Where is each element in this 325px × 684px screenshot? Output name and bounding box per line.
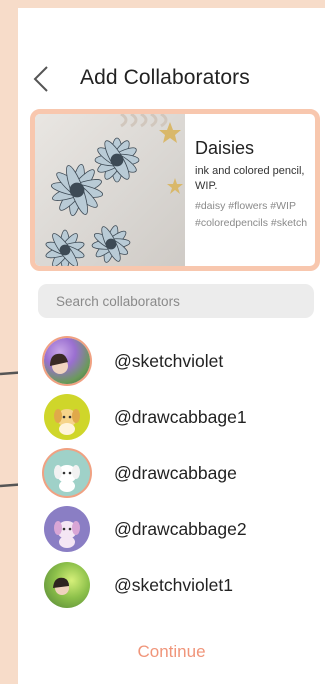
avatar: [44, 506, 90, 552]
post-info: Daisies ink and colored pencil, WIP. #da…: [185, 114, 315, 266]
post-title: Daisies: [195, 138, 255, 158]
puppy-icon: [54, 409, 80, 435]
avatar: [44, 338, 90, 384]
post-description: ink and colored pencil, WIP.: [195, 165, 305, 192]
daisy-drawing-icon: [45, 114, 183, 266]
post-tags: #daisy #flowers #WIP #coloredpencils #sk…: [195, 200, 308, 229]
collaborator-row[interactable]: @sketchviolet1: [18, 560, 325, 610]
avatar: [44, 450, 90, 496]
person-avatar-icon: [53, 577, 69, 595]
continue-button[interactable]: Continue: [18, 642, 325, 662]
avatar: [44, 394, 90, 440]
collaborator-row[interactable]: @drawcabbage: [18, 448, 325, 498]
avatar: [44, 562, 90, 608]
collaborator-username: @drawcabbage2: [114, 518, 247, 539]
collaborator-row[interactable]: @sketchviolet: [18, 336, 325, 386]
collaborator-row[interactable]: @drawcabbage1: [18, 392, 325, 442]
puppy-icon: [54, 521, 80, 548]
header: Add Collaborators: [18, 60, 325, 100]
person-avatar-icon: [50, 353, 68, 374]
search-input[interactable]: [38, 284, 314, 318]
post-card: Daisies ink and colored pencil, WIP. #da…: [30, 109, 320, 271]
artwork-image: [35, 114, 185, 266]
collaborator-username: @drawcabbage1: [114, 406, 247, 427]
page-title: Add Collaborators: [80, 66, 250, 89]
back-button[interactable]: [30, 64, 52, 94]
chevron-left-icon: [33, 66, 48, 92]
collaborator-row[interactable]: @drawcabbage2: [18, 504, 325, 554]
app-screen: Add Collaborators Daisies ink and colore…: [18, 8, 325, 684]
collaborator-username: @sketchviolet1: [114, 574, 233, 595]
puppy-icon: [54, 465, 80, 492]
collaborator-username: @drawcabbage: [114, 462, 237, 483]
collaborator-username: @sketchviolet: [114, 350, 224, 371]
